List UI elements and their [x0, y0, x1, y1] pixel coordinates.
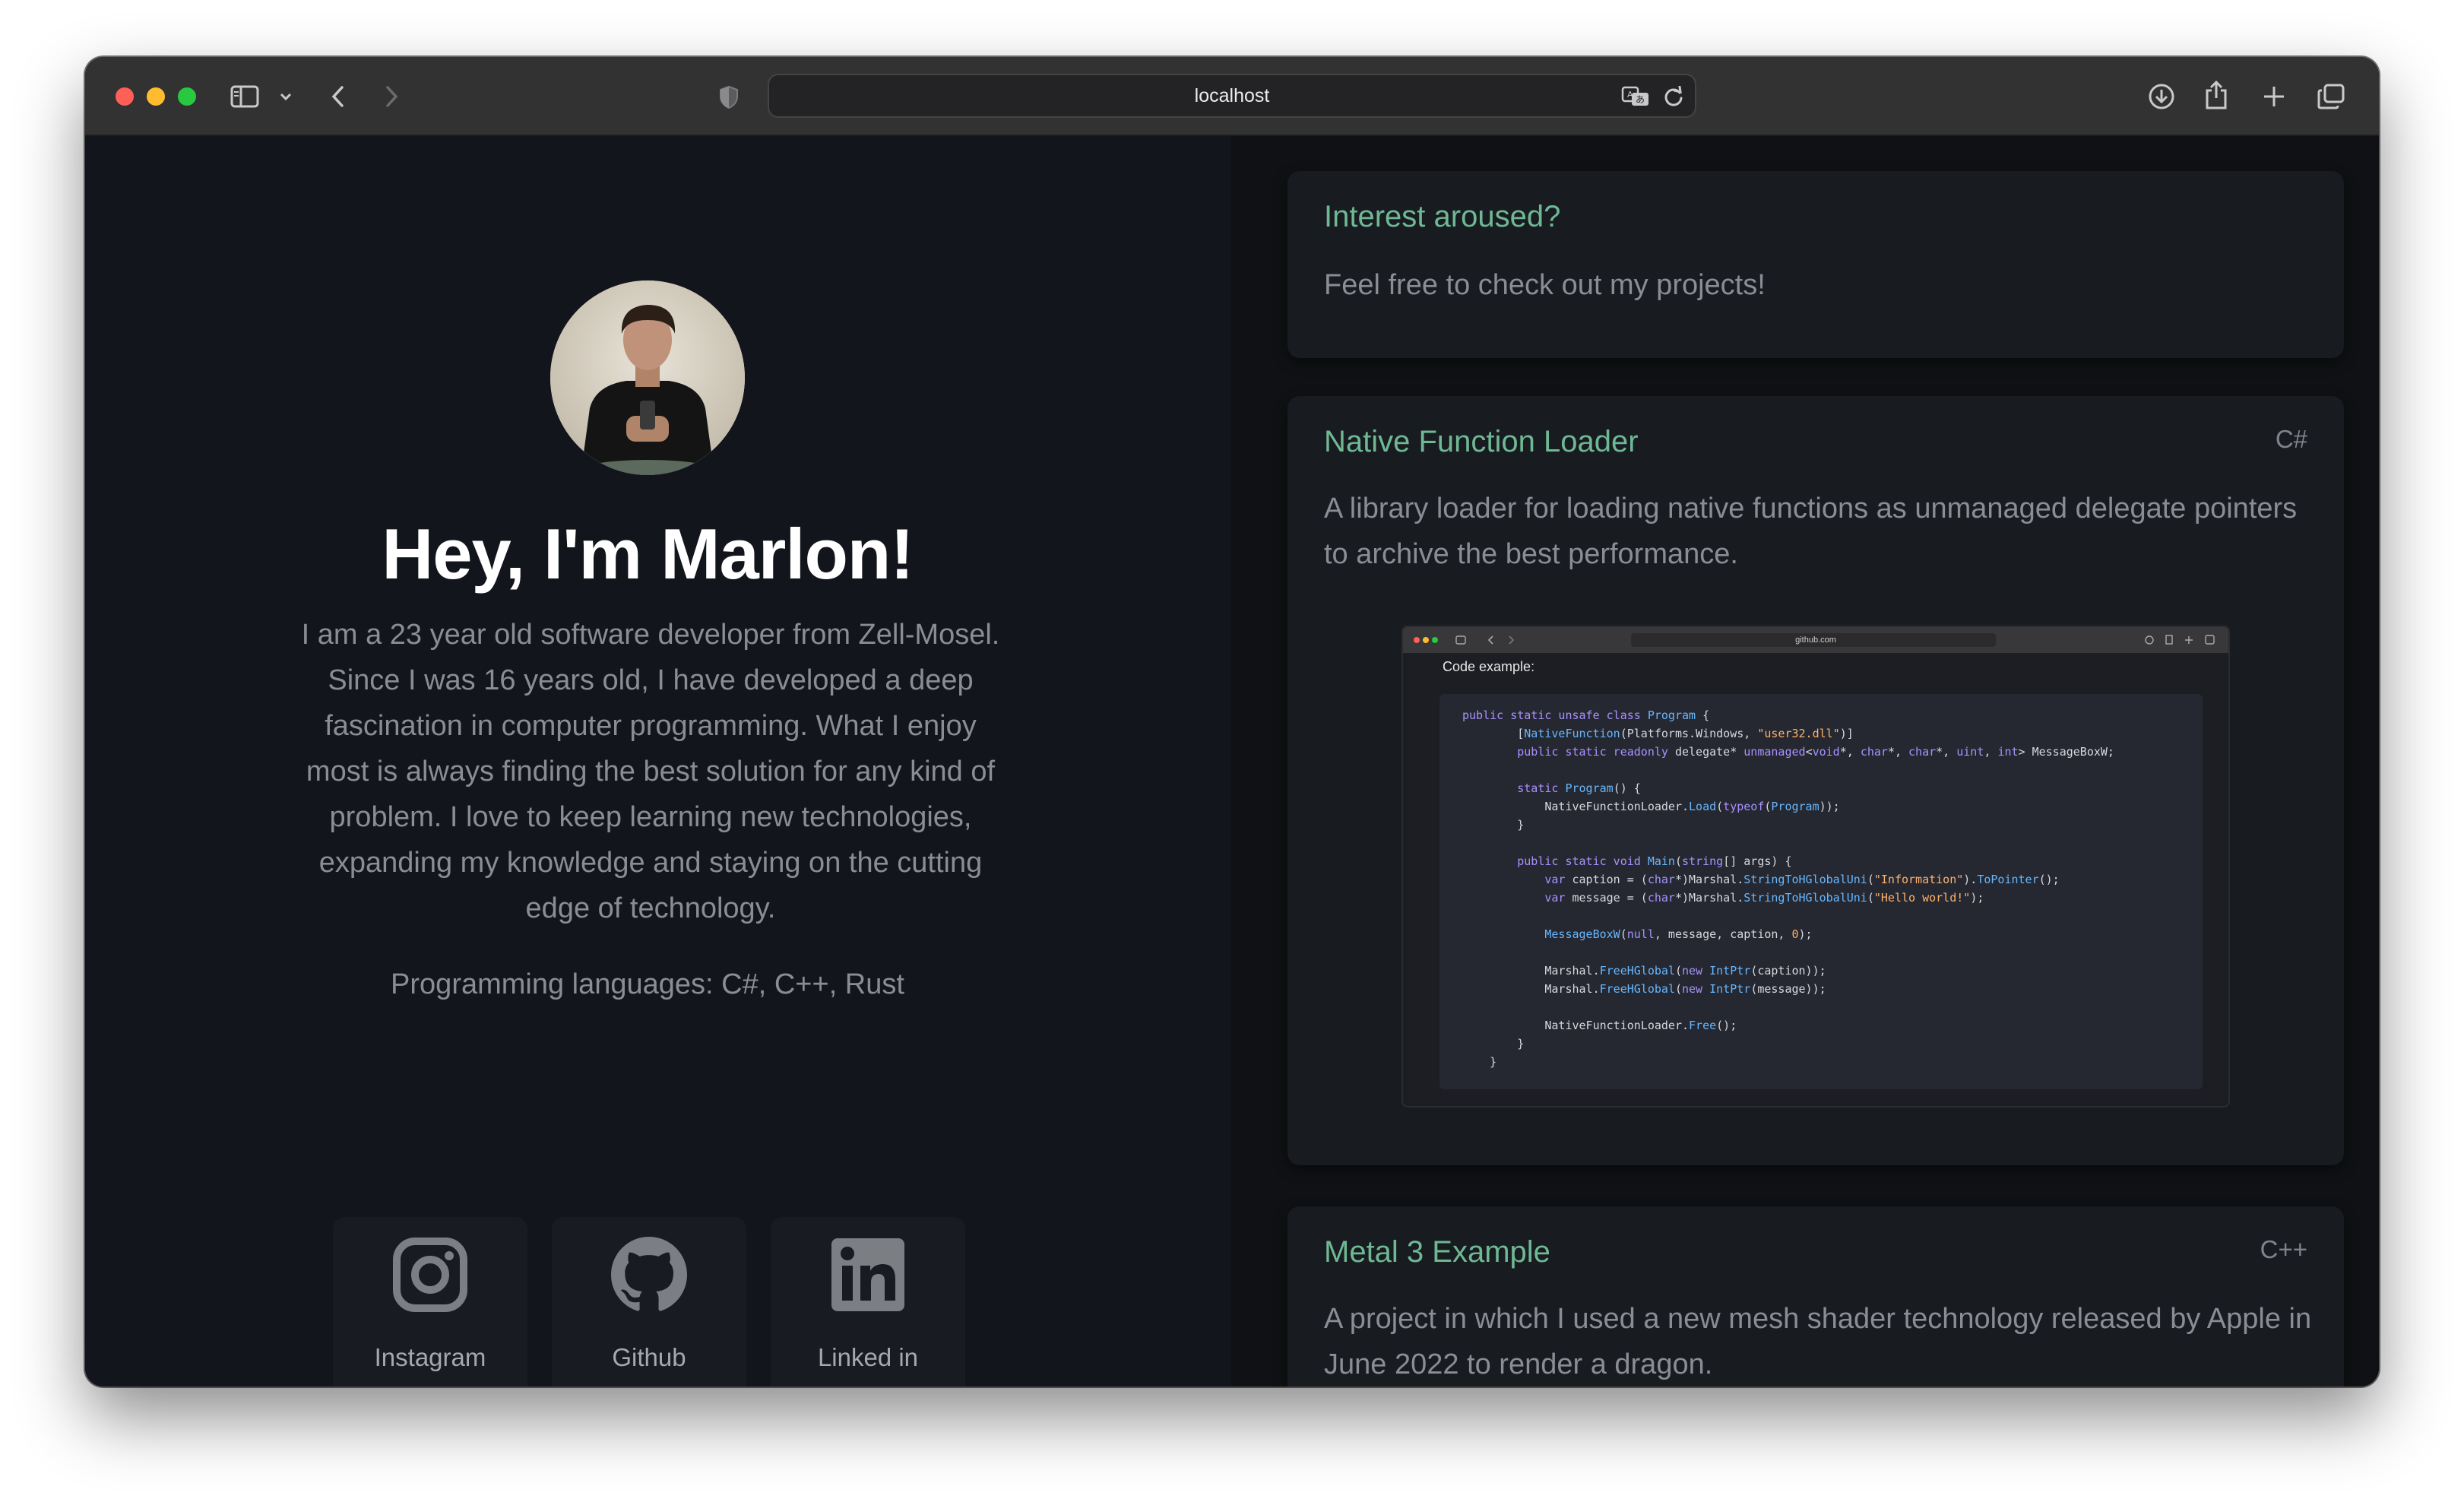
- back-icon[interactable]: [327, 83, 350, 110]
- linkedin-icon: [830, 1237, 906, 1313]
- code-snippet: public static unsafe class Program { [Na…: [1462, 708, 2114, 1069]
- url-text: localhost: [1194, 84, 1270, 106]
- linkedin-label: Linked in: [817, 1343, 919, 1371]
- profile-section: Hey, I'm Marlon! I am a 23 year old soft…: [85, 136, 1231, 1386]
- sidebar-icon[interactable]: [230, 84, 260, 109]
- intro-card-text: Feel free to check out my projects!: [1324, 269, 1766, 301]
- intro-card-title: Interest aroused?: [1324, 200, 1561, 233]
- translate-icon[interactable]: あA: [1620, 84, 1651, 109]
- project-card[interactable]: Metal 3 Example C++ A project in which I…: [1287, 1206, 2344, 1386]
- github-icon: [611, 1237, 687, 1313]
- svg-text:A: A: [1627, 90, 1633, 100]
- hero-title: Hey, I'm Marlon!: [382, 514, 914, 594]
- project-language: C#: [2275, 425, 2307, 453]
- code-block: public static unsafe class Program { [Na…: [1439, 694, 2203, 1089]
- project-description: A library loader for loading native func…: [1324, 493, 2298, 570]
- project-title[interactable]: Metal 3 Example: [1324, 1235, 1550, 1269]
- zoom-window-button[interactable]: [178, 87, 196, 106]
- page-content: Hey, I'm Marlon! I am a 23 year old soft…: [85, 136, 2379, 1386]
- project-description: A project in which I used a new mesh sha…: [1324, 1303, 2312, 1380]
- code-example-screenshot: github.com Code example: public static u…: [1403, 627, 2228, 1106]
- address-bar[interactable]: localhost あA: [768, 74, 1696, 118]
- svg-text:あ: あ: [1636, 94, 1645, 105]
- close-window-button[interactable]: [116, 87, 134, 106]
- new-tab-icon[interactable]: [2260, 83, 2288, 110]
- forward-icon[interactable]: [380, 83, 403, 110]
- chevron-down-icon[interactable]: [278, 89, 293, 104]
- shield-icon[interactable]: [717, 84, 740, 110]
- github-button[interactable]: Github: [552, 1217, 746, 1386]
- code-example-label: Code example:: [1443, 659, 1535, 674]
- instagram-button[interactable]: Instagram: [333, 1217, 527, 1386]
- bio-text: I am a 23 year old software developer fr…: [301, 619, 1000, 924]
- browser-toolbar: localhost あA: [85, 57, 2379, 136]
- screenshot-url: github.com: [1795, 635, 1836, 645]
- tabs-overview-icon[interactable]: [2317, 83, 2345, 110]
- project-card[interactable]: Native Function Loader C# A library load…: [1287, 396, 2344, 1165]
- download-icon[interactable]: [2146, 81, 2177, 112]
- project-language: C++: [2260, 1235, 2307, 1263]
- programming-languages: Programming languages: C#, C++, Rust: [391, 968, 904, 1000]
- browser-window: localhost あA Hey, I'm Marlon! I am a 23 …: [85, 57, 2379, 1386]
- minimize-window-button[interactable]: [147, 87, 165, 106]
- avatar: [550, 280, 745, 475]
- project-title[interactable]: Native Function Loader: [1324, 425, 1639, 459]
- instagram-label: Instagram: [374, 1343, 486, 1371]
- linkedin-button[interactable]: Linked in: [771, 1217, 965, 1386]
- reload-icon[interactable]: [1661, 84, 1686, 109]
- intro-card: Interest aroused? Feel free to check out…: [1287, 171, 2344, 358]
- github-label: Github: [612, 1343, 686, 1371]
- share-icon[interactable]: [2203, 78, 2230, 112]
- instagram-icon: [392, 1237, 468, 1313]
